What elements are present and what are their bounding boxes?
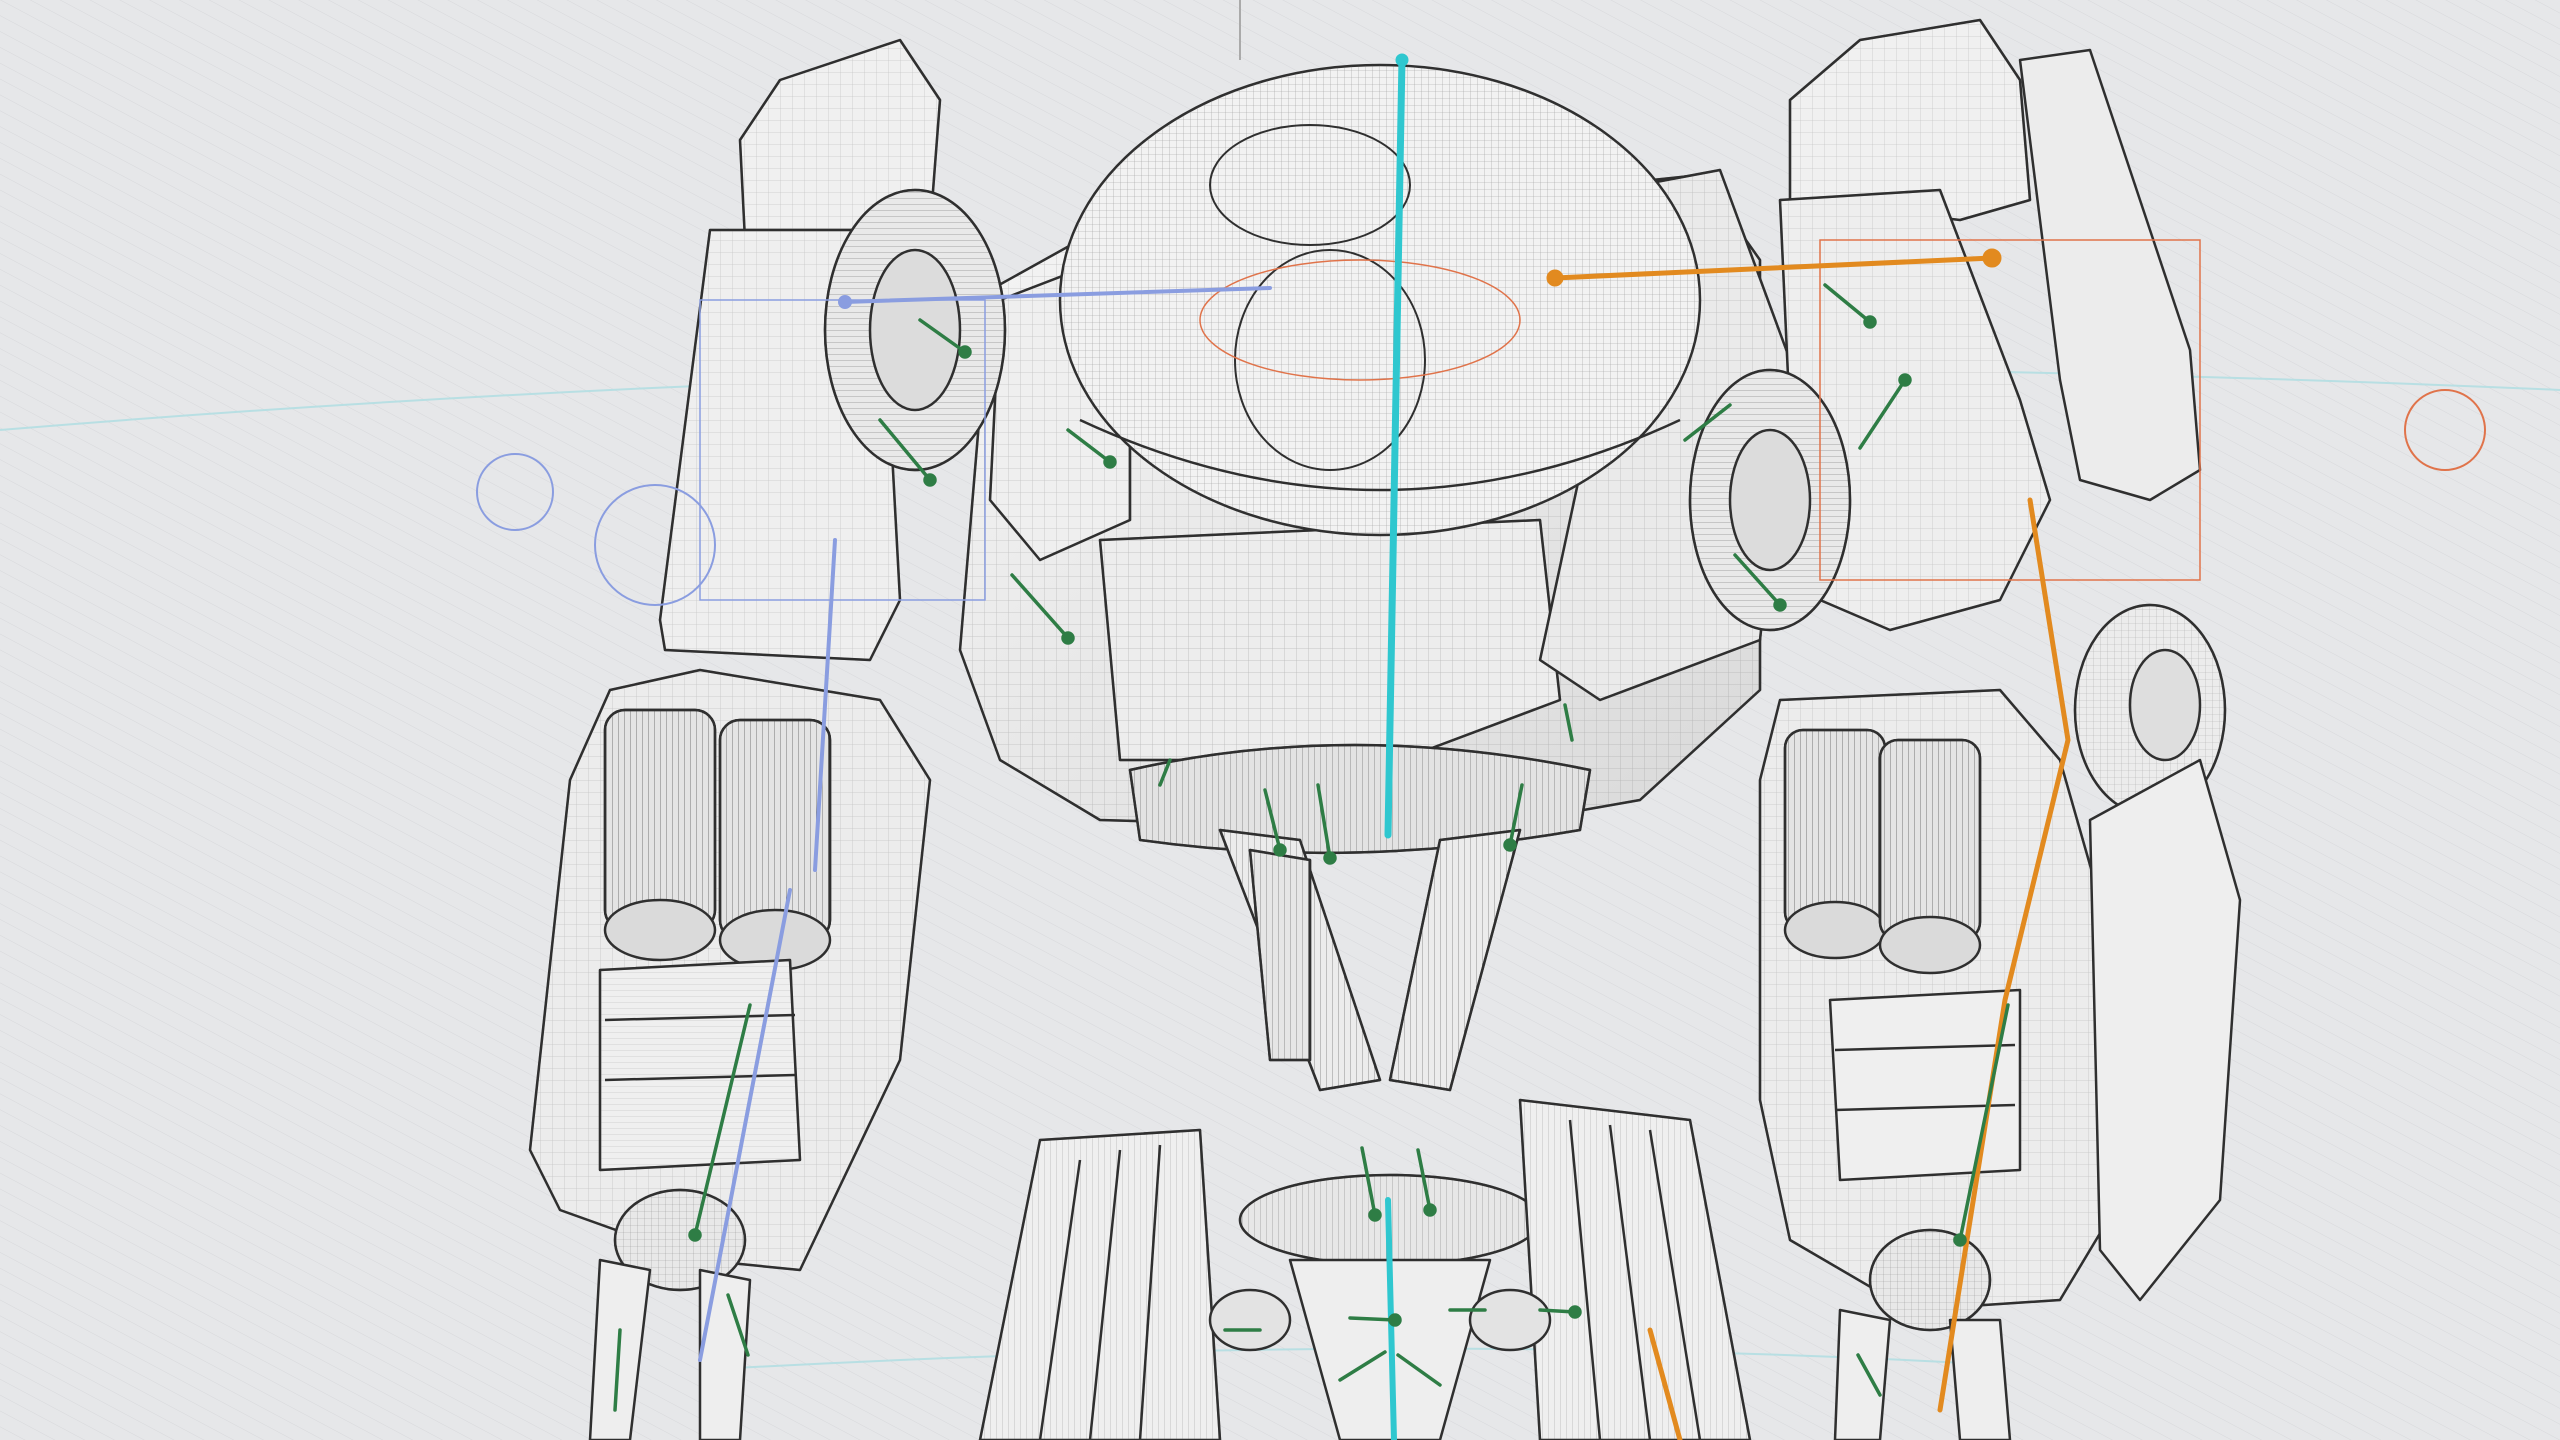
right-cannons[interactable] [1783, 728, 1982, 975]
viewport-canvas[interactable] [0, 0, 2560, 1440]
head-dome[interactable] [1058, 63, 1702, 537]
3d-viewport[interactable] [0, 0, 2560, 1440]
